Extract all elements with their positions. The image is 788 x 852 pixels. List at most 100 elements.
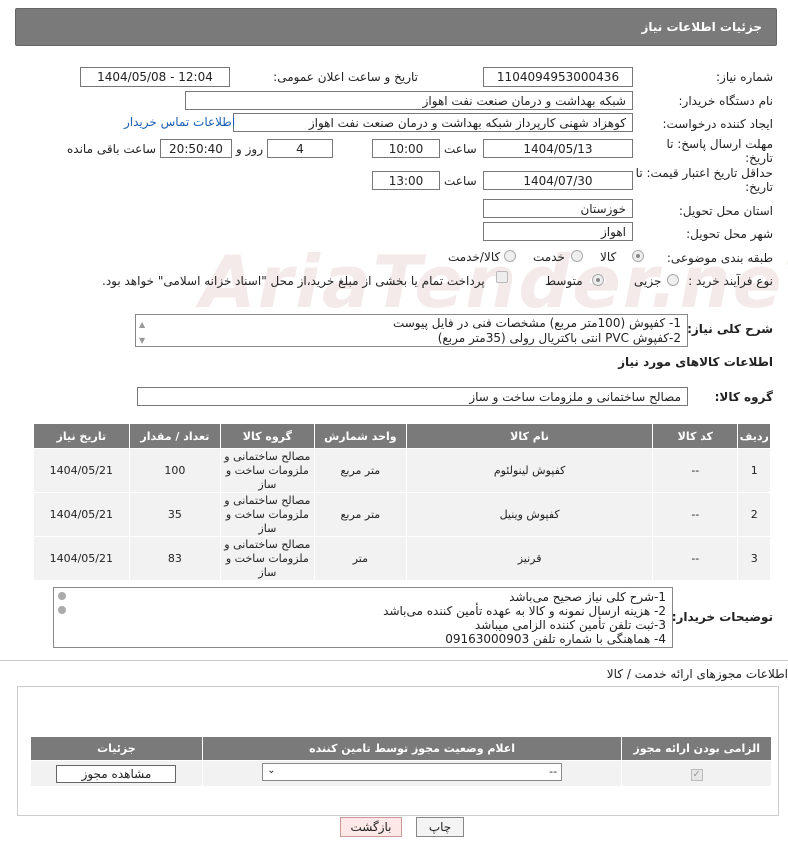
summary-line-1: 1- کفپوش (100متر مربع) مشخصات فنی در فای… — [392, 316, 681, 330]
validity-time-word: ساعت — [444, 174, 477, 188]
radio-goods-service[interactable] — [504, 250, 516, 262]
deadline-date-field: 1404/05/13 — [483, 139, 633, 158]
need-number-label: شماره نیاز: — [716, 70, 773, 84]
col-index: ردیف — [737, 423, 771, 449]
license-status-select[interactable]: ⌄ -- — [262, 763, 563, 781]
radio-service[interactable] — [571, 250, 583, 262]
buyer-notes-label: توضیحات خریدار: — [671, 610, 773, 624]
cell-name: قرنیز — [406, 536, 654, 581]
validity-label: حداقل تاریخ اعتبار قیمت: تا تاریخ: — [635, 166, 773, 194]
scroll-dot-icon[interactable] — [58, 606, 66, 614]
license-status-cell: ⌄ -- — [201, 760, 623, 787]
licenses-title: اطلاعات مجوزهای ارائه خدمت / کالا — [606, 667, 788, 681]
requester-field: کوهزاد شهنی کارپرداز شبکه بهداشت و درمان… — [233, 113, 633, 132]
license-row: ✓ ⌄ -- مشاهده مجوز — [30, 760, 772, 787]
cell-code: -- — [652, 492, 739, 537]
scroll-up-icon[interactable]: ▲ — [139, 317, 145, 332]
table-row: 3 -- قرنیز متر مصالح ساختمانی و ملزومات … — [33, 536, 771, 581]
cell-name: کفپوش لینولئوم — [406, 448, 654, 493]
deadline-label: مهلت ارسال پاسخ: تا تاریخ: — [666, 137, 773, 165]
radio-partial-label: جزیی — [634, 274, 662, 288]
cell-qty: 35 — [128, 492, 222, 537]
deadline-time-word: ساعت — [444, 142, 477, 156]
buyer-note-line: 3-ثبت تلفن تأمین کننده الزامی میباشد — [474, 618, 666, 632]
requester-label: ایجاد کننده درخواست: — [662, 117, 773, 131]
radio-goods-service-label: کالا/خدمت — [448, 250, 501, 264]
radio-medium[interactable] — [592, 274, 604, 286]
license-details-cell: مشاهده مجوز — [30, 760, 203, 787]
license-required-checkbox: ✓ — [690, 768, 703, 781]
licenses-header-row: الزامی بودن ارائه مجوز اعلام وضعیت مجوز … — [30, 736, 772, 761]
cell-group: مصالح ساختمانی و ملزومات ساخت و ساز — [220, 536, 315, 581]
goods-info-title: اطلاعات کالاهای مورد نیاز — [618, 355, 773, 369]
category-label: طبقه بندی موضوعی: — [666, 251, 773, 265]
items-header-row: ردیف کد کالا نام کالا واحد شمارش گروه کا… — [33, 423, 771, 449]
announce-label: تاریخ و ساعت اعلان عمومی: — [273, 70, 418, 84]
page-title: جزئیات اطلاعات نیاز — [641, 20, 762, 34]
license-status-value: -- — [549, 765, 558, 778]
radio-goods[interactable] — [632, 250, 644, 262]
cell-qty: 83 — [128, 536, 222, 581]
cell-unit: متر مربع — [313, 448, 408, 493]
license-required-cell: ✓ — [621, 760, 772, 787]
back-button[interactable]: بازگشت — [340, 817, 402, 837]
chevron-down-icon: ⌄ — [267, 765, 276, 776]
cell-qty: 100 — [128, 448, 222, 493]
scroll-dot-icon[interactable] — [58, 592, 66, 600]
header-bar: جزئیات اطلاعات نیاز — [15, 8, 777, 46]
validity-time-field: 13:00 — [372, 171, 440, 190]
group-label: گروه کالا: — [714, 390, 773, 404]
buyer-note-line: 1-شرح کلی نیاز صحیح می‌باشد — [509, 590, 666, 604]
col-qty: تعداد / مقدار — [128, 423, 222, 449]
cell-group: مصالح ساختمانی و ملزومات ساخت و ساز — [220, 492, 315, 537]
summary-textarea[interactable]: 1- کفپوش (100متر مربع) مشخصات فنی در فای… — [135, 314, 688, 347]
print-button[interactable]: چاپ — [416, 817, 464, 837]
table-row: 2 -- کفپوش وینیل متر مربع مصالح ساختمانی… — [33, 492, 771, 537]
announce-field: 1404/05/08 - 12:04 — [80, 67, 230, 87]
need-number-field: 1104094953000436 — [483, 67, 633, 87]
buyer-note-line: 2- هزینه ارسال نمونه و کالا به عهده تأمی… — [383, 604, 666, 618]
deadline-time-field: 10:00 — [372, 139, 440, 158]
contact-buyer-link[interactable]: اطلاعات تماس خریدار — [124, 115, 235, 129]
summary-label: شرح کلی نیاز: — [687, 322, 773, 336]
view-license-button[interactable]: مشاهده مجوز — [56, 764, 177, 783]
col-unit: واحد شمارش — [313, 423, 408, 449]
cell-index: 3 — [737, 536, 771, 581]
buyer-org-field: شبکه بهداشت و درمان صنعت نفت اهواز — [185, 91, 633, 110]
col-license-status: اعلام وضعیت مجوز توسط تامین کننده — [201, 736, 623, 761]
validity-date-field: 1404/07/30 — [483, 171, 633, 190]
remaining-time-field: 20:50:40 — [160, 139, 232, 158]
days-word: روز و — [236, 142, 263, 156]
city-label: شهر محل تحویل: — [686, 227, 773, 241]
table-row: 1 -- کفپوش لینولئوم متر مربع مصالح ساختم… — [33, 448, 771, 493]
buyer-notes-textarea[interactable]: 1-شرح کلی نیاز صحیح می‌باشد 2- هزینه ارس… — [53, 587, 673, 648]
process-label: نوع فرآیند خرید : — [688, 274, 773, 288]
col-group: گروه کالا — [220, 423, 315, 449]
col-name: نام کالا — [406, 423, 654, 449]
cell-index: 1 — [737, 448, 771, 493]
radio-medium-label: متوسط — [545, 274, 583, 288]
radio-goods-label: کالا — [600, 250, 617, 264]
radio-partial[interactable] — [667, 274, 679, 286]
scroll-down-icon[interactable]: ▼ — [139, 333, 145, 346]
items-table: ردیف کد کالا نام کالا واحد شمارش گروه کا… — [33, 423, 771, 581]
cell-code: -- — [652, 448, 739, 493]
cell-index: 2 — [737, 492, 771, 537]
col-license-required: الزامی بودن ارائه مجوز — [621, 736, 772, 761]
cell-date: 1404/05/21 — [33, 492, 130, 537]
city-field: اهواز — [483, 222, 633, 241]
buyer-note-line: 4- هماهنگی با شماره تلفن 09163000903 — [445, 632, 666, 646]
cell-code: -- — [652, 536, 739, 581]
treasury-checkbox[interactable] — [496, 271, 508, 283]
cell-date: 1404/05/21 — [33, 536, 130, 581]
province-label: استان محل تحویل: — [678, 204, 773, 218]
summary-line-2: 2-کفپوش PVC انتی باکتریال رولی (35متر مر… — [437, 331, 681, 345]
buyer-org-label: نام دستگاه خریدار: — [678, 94, 774, 108]
licenses-table: الزامی بودن ارائه مجوز اعلام وضعیت مجوز … — [30, 736, 772, 787]
col-date: تاریخ نیاز — [33, 423, 130, 449]
province-field: خوزستان — [483, 199, 633, 218]
cell-date: 1404/05/21 — [33, 448, 130, 493]
remaining-word: ساعت باقی مانده — [67, 142, 157, 156]
cell-unit: متر — [313, 536, 408, 581]
licenses-section-header: اطلاعات مجوزهای ارائه خدمت / کالا — [0, 660, 788, 684]
